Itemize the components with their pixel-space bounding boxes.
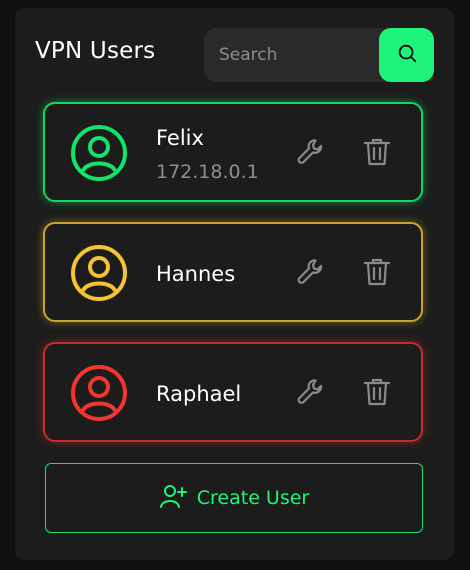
- search-bar: [204, 28, 434, 82]
- edit-user-button[interactable]: [293, 136, 329, 172]
- search-button[interactable]: [379, 28, 434, 82]
- user-name: Felix: [156, 126, 204, 150]
- page-title: VPN Users: [35, 38, 156, 64]
- user-circle-icon: [70, 364, 128, 422]
- user-ip: 172.18.0.1: [156, 161, 259, 183]
- trash-icon: [362, 136, 392, 172]
- edit-user-button[interactable]: [293, 256, 329, 292]
- delete-user-button[interactable]: [359, 136, 395, 172]
- create-user-label: Create User: [196, 487, 310, 509]
- search-input[interactable]: [204, 28, 376, 82]
- user-card-raphael[interactable]: Raphael: [43, 342, 423, 442]
- delete-user-button[interactable]: [359, 256, 395, 292]
- user-name: Raphael: [156, 382, 242, 406]
- delete-user-button[interactable]: [359, 376, 395, 412]
- user-card-hannes[interactable]: Hannes: [43, 222, 423, 322]
- search-icon: [396, 42, 418, 68]
- user-circle-icon: [70, 124, 128, 182]
- edit-user-button[interactable]: [293, 376, 329, 412]
- wrench-icon: [295, 136, 327, 172]
- trash-icon: [362, 376, 392, 412]
- trash-icon: [362, 256, 392, 292]
- create-user-button[interactable]: Create User: [45, 463, 423, 533]
- wrench-icon: [295, 376, 327, 412]
- user-card-felix[interactable]: Felix 172.18.0.1: [43, 102, 423, 202]
- user-circle-icon: [70, 244, 128, 302]
- vpn-users-panel: VPN Users Felix 172.18.0.1: [15, 8, 454, 560]
- user-plus-icon: [159, 483, 187, 513]
- user-name: Hannes: [156, 262, 236, 286]
- wrench-icon: [295, 256, 327, 292]
